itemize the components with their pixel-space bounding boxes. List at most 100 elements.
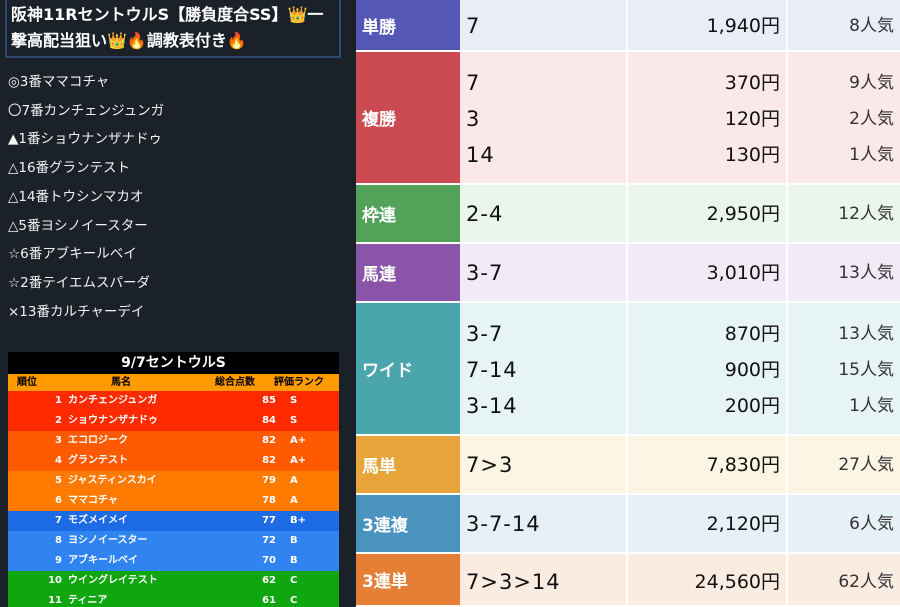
horse-name-cell: ショウナンザナドゥ: [68, 415, 158, 426]
payout-body: 2-4 2,950円 12人気: [460, 185, 900, 242]
grade-cell: C: [290, 575, 298, 586]
grade-cell: A: [290, 495, 298, 506]
payout-line: 3-7 3,010円 13人気: [460, 255, 900, 291]
payout-line: 3-7 870円 13人気: [460, 316, 900, 352]
payout-amount: 870円: [724, 323, 780, 345]
payout-line: 7 1,940円 8人気: [460, 8, 900, 44]
score-cell: 82: [262, 455, 276, 466]
payout-row: 単勝 7 1,940円 8人気: [356, 0, 900, 52]
prediction-panel: 阪神11RセントウルS【勝負度合SS】👑一 撃高配当狙い👑🔥調教表付き🔥 ◎3番…: [0, 0, 356, 607]
post-title-line2: 撃高配当狙い👑🔥調教表付き🔥: [11, 31, 247, 50]
payout-line: 7>3>14 24,560円 62人気: [460, 564, 900, 600]
bet-type-label: ワイド: [356, 303, 460, 434]
combination: 3-7: [466, 322, 504, 346]
header-name: 馬名: [111, 377, 131, 388]
popularity: 15人気: [838, 360, 894, 380]
payout-row: 馬単 7>3 7,830円 27人気: [356, 436, 900, 495]
score-cell: 85: [262, 395, 276, 406]
payout-line: 2-4 2,950円 12人気: [460, 196, 900, 232]
score-cell: 70: [262, 555, 276, 566]
ranking-row: 5 ジャスティンスカイ 79 A: [8, 471, 339, 491]
payout-amount: 120円: [724, 108, 780, 130]
payout-amount: 24,560円: [694, 571, 780, 593]
popularity: 8人気: [849, 16, 894, 36]
horse-name-cell: カンチェンジュンガ: [68, 395, 158, 406]
ranking-row: 1 カンチェンジュンガ 85 S: [8, 391, 339, 411]
horse-name-cell: ティニア: [68, 595, 108, 606]
combination: 3: [466, 107, 481, 131]
score-cell: 78: [262, 495, 276, 506]
horse-name-cell: ジャスティンスカイ: [68, 475, 157, 486]
bet-type-label: 馬連: [356, 244, 460, 301]
grade-cell: C: [290, 595, 298, 606]
grade-cell: S: [290, 415, 298, 426]
popularity: 13人気: [838, 263, 894, 283]
pick-item: △5番ヨシノイースター: [8, 217, 148, 234]
horse-name-cell: ヨシノイースター: [68, 535, 148, 546]
horse-name-cell: モズメイメイ: [68, 515, 128, 526]
bet-type-label: 単勝: [356, 0, 460, 50]
payout-line: 7 370円 9人気: [460, 65, 900, 101]
rank-cell: 9: [55, 555, 62, 566]
payout-body: 3-7 870円 13人気 7-14 900円 15人気 3-14 200円 1人気: [460, 303, 900, 434]
combination: 3-7: [466, 261, 504, 285]
ranking-row: 10 ウイングレイテスト 62 C: [8, 571, 339, 591]
payout-line: 7>3 7,830円 27人気: [460, 447, 900, 483]
post-title-line1: 阪神11RセントウルS【勝負度合SS】👑一: [11, 5, 324, 24]
popularity: 62人気: [838, 572, 894, 592]
payout-row: 複勝 7 370円 9人気 3 120円 2人気 14 130円 1人気: [356, 52, 900, 185]
score-cell: 61: [262, 595, 276, 606]
ranking-table: 9/7セントウルS 順位 馬名 総合点数 評価ランク 1 カンチェンジュンガ 85 S…: [8, 352, 339, 607]
payout-amount: 2,120円: [706, 513, 780, 535]
pick-item: △14番トウシンマカオ: [8, 188, 144, 205]
grade-cell: A: [290, 475, 298, 486]
payout-amount: 200円: [724, 395, 780, 417]
grade-cell: B: [290, 555, 298, 566]
header-score: 総合点数: [215, 377, 255, 388]
combination: 7>3: [466, 453, 514, 477]
grade-cell: A+: [290, 455, 307, 466]
popularity: 1人気: [849, 396, 894, 416]
pick-item: ☆2番テイエムスパーダ: [8, 274, 151, 291]
payout-body: 3-7-14 2,120円 6人気: [460, 495, 900, 552]
pick-item: △16番グランテスト: [8, 160, 131, 177]
pick-item: ☆6番アブキールベイ: [8, 246, 137, 263]
payout-amount: 900円: [724, 359, 780, 381]
payout-body: 3-7 3,010円 13人気: [460, 244, 900, 301]
ranking-row: 2 ショウナンザナドゥ 84 S: [8, 411, 339, 431]
ranking-row: 4 グランテスト 82 A+: [8, 451, 339, 471]
payout-amount: 130円: [724, 144, 780, 166]
payout-body: 7>3 7,830円 27人気: [460, 436, 900, 493]
payout-line: 14 130円 1人気: [460, 137, 900, 173]
rank-cell: 11: [48, 595, 62, 606]
payout-row: 3連単 7>3>14 24,560円 62人気: [356, 554, 900, 607]
combination: 7>3>14: [466, 570, 561, 594]
rank-cell: 7: [55, 515, 62, 526]
pick-item: 〇7番カンチェンジュンガ: [8, 102, 165, 119]
payout-body: 7 1,940円 8人気: [460, 0, 900, 50]
payout-line: 3-14 200円 1人気: [460, 388, 900, 424]
rank-cell: 10: [48, 575, 62, 586]
horse-name-cell: グランテスト: [68, 455, 128, 466]
pick-item: ▲1番ショウナンザナドゥ: [8, 131, 162, 148]
combination: 2-4: [466, 202, 504, 226]
payout-amount: 370円: [724, 72, 780, 94]
popularity: 2人気: [849, 109, 894, 129]
ranking-table-title: 9/7セントウルS: [8, 352, 339, 374]
grade-cell: S: [290, 395, 298, 406]
post-title: 阪神11RセントウルS【勝負度合SS】👑一 撃高配当狙い👑🔥調教表付き🔥: [5, 0, 341, 58]
rank-cell: 6: [55, 495, 62, 506]
payout-amount: 2,950円: [706, 203, 780, 225]
rank-cell: 8: [55, 535, 62, 546]
popularity: 27人気: [838, 455, 894, 475]
popularity: 9人気: [849, 73, 894, 93]
payout-row: 馬連 3-7 3,010円 13人気: [356, 244, 900, 303]
ranking-table-header: 順位 馬名 総合点数 評価ランク: [8, 374, 339, 391]
grade-cell: B: [290, 535, 298, 546]
payout-amount: 1,940円: [706, 15, 780, 37]
score-cell: 72: [262, 535, 276, 546]
combination: 7-14: [466, 358, 518, 382]
rank-cell: 1: [55, 395, 62, 406]
header-grade: 評価ランク: [274, 377, 324, 388]
payout-amount: 7,830円: [706, 454, 780, 476]
